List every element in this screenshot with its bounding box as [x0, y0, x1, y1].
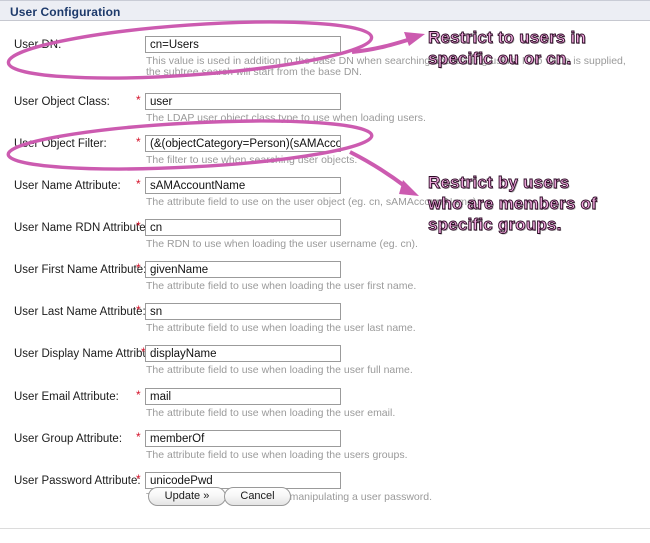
field-help-user-name-attribute: The attribute field to use on the user o… — [146, 196, 480, 208]
input-user-object-class[interactable] — [145, 93, 341, 110]
field-label-user-email-attribute: User Email Attribute: — [14, 391, 119, 403]
required-asterisk: * — [136, 303, 141, 317]
required-asterisk: * — [136, 472, 141, 486]
field-label-user-object-filter: User Object Filter: — [14, 138, 107, 150]
input-user-email-attribute[interactable] — [145, 388, 341, 405]
input-user-name-attribute[interactable] — [145, 177, 341, 194]
field-help-user-last-name-attribute: The attribute field to use when loading … — [146, 322, 416, 334]
required-asterisk: * — [136, 430, 141, 444]
page-title: User Configuration — [10, 5, 121, 19]
form-button-bar: Update » Cancel — [0, 487, 650, 517]
field-label-user-object-class: User Object Class: — [14, 96, 110, 108]
field-label-user-dn: User DN: — [14, 39, 62, 51]
required-asterisk: * — [136, 219, 141, 233]
field-label-user-name-attribute: User Name Attribute: — [14, 180, 121, 192]
field-label-user-last-name-attribute: User Last Name Attribute: — [14, 306, 146, 318]
panel-header: User Configuration — [0, 0, 650, 21]
input-user-display-name-attribute[interactable] — [145, 345, 341, 362]
field-help-user-email-attribute: The attribute field to use when loading … — [146, 407, 396, 419]
input-user-name-rdn-attribute[interactable] — [145, 219, 341, 236]
required-asterisk: * — [136, 261, 141, 275]
input-user-first-name-attribute[interactable] — [145, 261, 341, 278]
field-label-user-display-name-attribute: User Display Name Attribute: — [14, 348, 162, 360]
input-user-dn[interactable] — [145, 36, 341, 53]
required-asterisk: * — [136, 93, 141, 107]
required-asterisk: * — [136, 135, 141, 149]
update-button[interactable]: Update » — [148, 487, 226, 506]
field-help-user-group-attribute: The attribute field to use when loading … — [146, 449, 408, 461]
field-help-user-name-rdn-attribute: The RDN to use when loading the user use… — [146, 238, 418, 250]
cancel-button[interactable]: Cancel — [224, 487, 291, 506]
field-label-user-password-attribute: User Password Attribute: — [14, 475, 141, 487]
field-help-user-object-filter: The filter to use when searching user ob… — [146, 154, 358, 166]
input-user-group-attribute[interactable] — [145, 430, 341, 447]
field-help-user-dn-line2: the subtree search will start from the b… — [146, 66, 362, 78]
field-help-user-display-name-attribute: The attribute field to use when loading … — [146, 364, 413, 376]
input-user-last-name-attribute[interactable] — [145, 303, 341, 320]
field-label-user-name-rdn-attribute: User Name RDN Attribute: — [14, 222, 149, 234]
field-label-user-first-name-attribute: User First Name Attribute: — [14, 264, 147, 276]
input-user-object-filter[interactable] — [145, 135, 341, 152]
field-help-user-object-class: The LDAP user object class type to use w… — [146, 112, 426, 124]
bottom-divider — [0, 528, 650, 529]
user-configuration-form: User DN:This value is used in addition t… — [0, 21, 650, 521]
field-label-user-group-attribute: User Group Attribute: — [14, 433, 123, 445]
field-help-user-first-name-attribute: The attribute field to use when loading … — [146, 280, 417, 292]
required-asterisk: * — [136, 177, 141, 191]
required-asterisk: * — [136, 388, 141, 402]
